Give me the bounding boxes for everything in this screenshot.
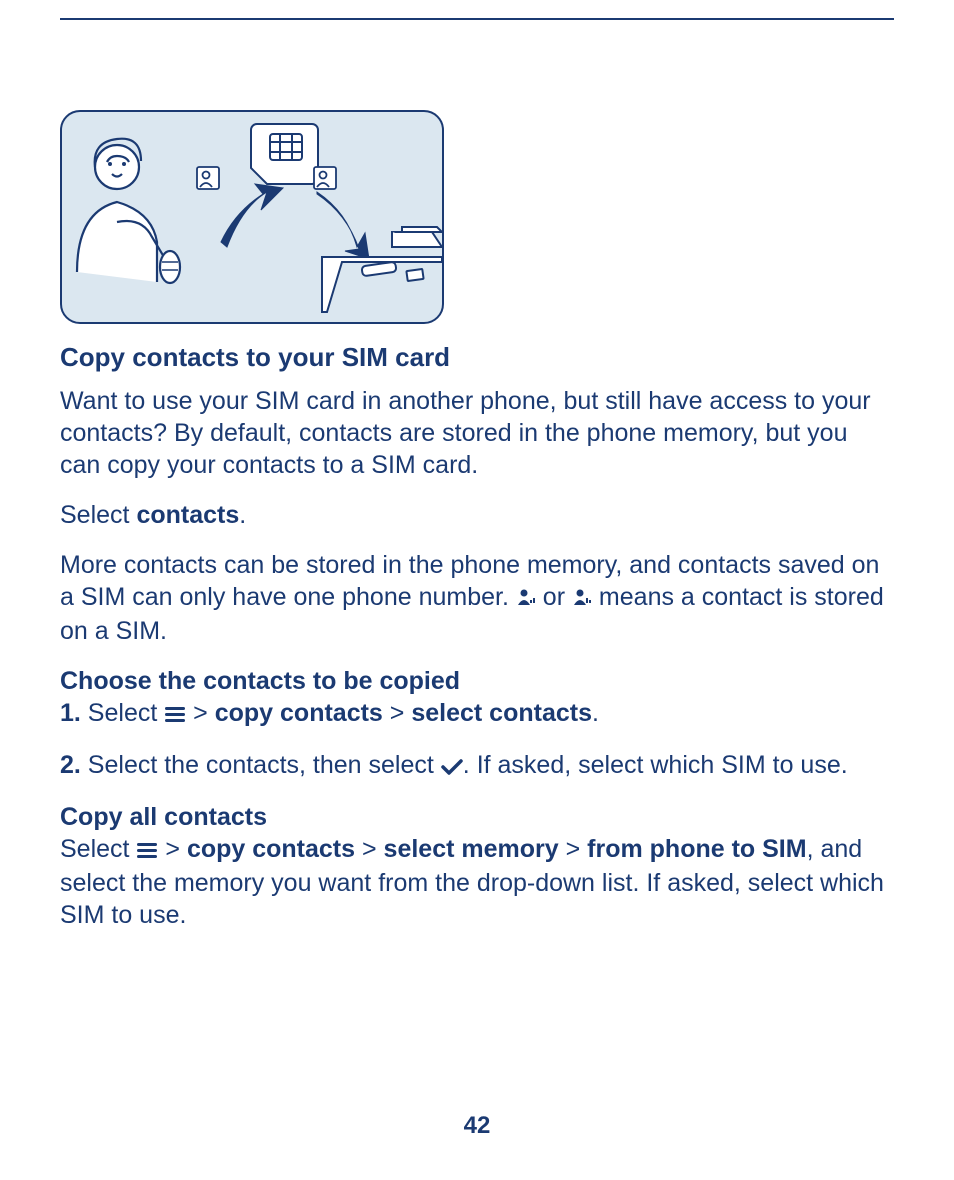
step-2: 2. Select the contacts, then select . If… bbox=[60, 749, 894, 783]
top-rule bbox=[60, 18, 894, 20]
text-period: . bbox=[239, 501, 246, 529]
copyall-sep3: > bbox=[559, 835, 588, 863]
step2-b: . If asked, select which SIM to use. bbox=[463, 751, 848, 779]
page-number: 42 bbox=[0, 1112, 954, 1140]
copyall-sep1: > bbox=[158, 835, 187, 863]
label-contacts: contacts bbox=[136, 501, 239, 529]
illustration-sim-transfer bbox=[60, 110, 444, 324]
step1-sep1: > bbox=[186, 699, 215, 727]
text-select: Select bbox=[60, 501, 136, 529]
menu-icon bbox=[136, 835, 158, 867]
copyall-selmem: select memory bbox=[384, 835, 559, 863]
copyall-a: Select bbox=[60, 835, 136, 863]
step2-num: 2. bbox=[60, 751, 81, 779]
step1-selcontacts: select contacts bbox=[411, 699, 592, 727]
sim-note-paragraph: More contacts can be stored in the phone… bbox=[60, 549, 894, 647]
step1-select: Select bbox=[81, 699, 164, 727]
manual-page: Copy contacts to your SIM card Want to u… bbox=[0, 0, 954, 1180]
copyall-sep2: > bbox=[355, 835, 384, 863]
copyall-heading: Copy all contacts bbox=[60, 801, 894, 833]
choose-heading: Choose the contacts to be copied bbox=[60, 665, 894, 697]
sim-note-or: or bbox=[536, 583, 572, 611]
contact-sim1-icon bbox=[516, 583, 536, 615]
section-title: Copy contacts to your SIM card bbox=[60, 342, 894, 373]
intro-paragraph: Want to use your SIM card in another pho… bbox=[60, 385, 894, 481]
copyall-line: Select > copy contacts > select memory >… bbox=[60, 833, 894, 931]
step2-a: Select the contacts, then select bbox=[81, 751, 441, 779]
contact-sim2-icon bbox=[572, 583, 592, 615]
copyall-phone2sim: from phone to SIM bbox=[587, 835, 806, 863]
step1-copy: copy contacts bbox=[215, 699, 383, 727]
select-contacts-line: Select contacts. bbox=[60, 499, 894, 531]
menu-icon bbox=[164, 699, 186, 731]
figure-container bbox=[60, 110, 894, 324]
step-1: 1. Select > copy contacts > select conta… bbox=[60, 697, 894, 731]
step1-sep2: > bbox=[383, 699, 412, 727]
step1-num: 1. bbox=[60, 699, 81, 727]
step1-end: . bbox=[592, 699, 599, 727]
copyall-copy: copy contacts bbox=[187, 835, 355, 863]
check-icon bbox=[441, 751, 463, 783]
